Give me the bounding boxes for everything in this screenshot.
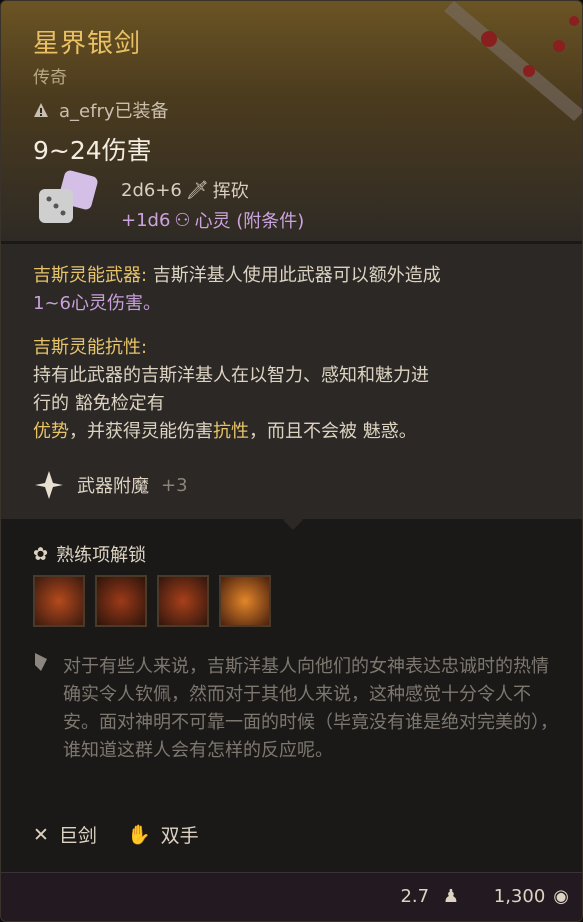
item-rarity: 传奇 — [33, 68, 67, 88]
psionic-resistance-line3d: ，而且不会被 魅惑。 — [249, 421, 417, 442]
weight-icon: ♟ — [442, 886, 459, 907]
enchant-icon — [35, 471, 63, 499]
item-tooltip: 星界银剑 传奇 a_efry已装备 9~24伤害 2d6+6 🗡 挥砍 +1d6… — [0, 0, 583, 922]
tooltip-footer: 2.7 ♟ 1,300 ◉ — [1, 872, 582, 921]
gold-icon: ◉ — [553, 886, 569, 907]
psychic-damage: +1d6 ⚇ 心灵 (附条件) — [121, 207, 304, 233]
item-price: 1,300 ◉ — [494, 886, 569, 907]
weapon-tags: ✕ 巨剑 ✋ 双手 — [33, 821, 199, 848]
skill-icon-4[interactable] — [219, 575, 271, 627]
enchant-value: +3 — [161, 474, 188, 496]
sword-art-icon — [444, 1, 582, 121]
slashing-dice: 2d6+6 — [121, 179, 182, 201]
skill-icon-3[interactable] — [157, 575, 209, 627]
handedness: 双手 — [160, 825, 199, 847]
skill-icon-1[interactable] — [33, 575, 85, 627]
lore-text: 对于有些人来说，吉斯洋基人向他们的女神表达忠诚时的热情确实令人钦佩，然而对于其他… — [63, 656, 558, 761]
damage-range: 9~24伤害 — [33, 136, 152, 165]
weapon-type: 巨剑 — [58, 825, 97, 847]
psionic-resistance-line1: 持有此武器的吉斯洋基人在以智力、感知和魅力进 — [33, 365, 429, 386]
psionic-weapon-line2[interactable]: 1~6心灵伤害。 — [33, 293, 161, 314]
psychic-type: 心灵 (附条件) — [194, 211, 305, 232]
equipped-text: a_efry已装备 — [59, 101, 169, 122]
crossed-swords-icon: ✕ — [33, 823, 49, 846]
advantage-keyword[interactable]: 优势 — [33, 421, 69, 442]
handedness-tag[interactable]: ✋ 双手 — [127, 821, 199, 848]
proficiency-icon: ✿ — [33, 543, 49, 565]
equipped-status: a_efry已装备 — [33, 97, 169, 123]
enchant-label: 武器附魔 — [77, 476, 149, 497]
price-value: 1,300 — [493, 886, 546, 907]
psionic-weapon-text: 吉斯洋基人使用此武器可以额外造成 — [147, 265, 441, 286]
weapon-enchantment: 武器附魔 +3 — [33, 469, 188, 501]
proficiency-label: 熟练项解锁 — [56, 545, 147, 566]
psychic-dice: +1d6 — [121, 209, 171, 231]
psionic-weapon-label[interactable]: 吉斯灵能武器: — [33, 265, 147, 286]
slashing-damage: 2d6+6 🗡 挥砍 — [121, 177, 249, 203]
tooltip-header: 星界银剑 传奇 a_efry已装备 9~24伤害 2d6+6 🗡 挥砍 +1d6… — [1, 1, 582, 241]
warning-icon — [34, 103, 48, 117]
hand-icon: ✋ — [126, 824, 151, 846]
slashing-type: 挥砍 — [212, 181, 249, 202]
item-weight: 2.7 ♟ — [400, 886, 459, 907]
weapon-type-tag[interactable]: ✕ 巨剑 — [33, 821, 97, 848]
psionic-resistance-paragraph: 吉斯灵能抗性: 持有此武器的吉斯洋基人在以智力、感知和魅力进 行的 豁免检定有 … — [33, 334, 429, 446]
weight-value: 2.7 — [400, 886, 430, 907]
dice-icon — [39, 170, 98, 223]
resistance-keyword[interactable]: 抗性 — [213, 421, 249, 442]
skill-icon-2[interactable] — [95, 575, 147, 627]
skill-list — [33, 575, 271, 627]
psionic-resistance-line3b: ，并获得灵能伤害 — [69, 421, 213, 442]
item-name: 星界银剑 — [33, 29, 142, 59]
lore-icon — [35, 653, 47, 671]
psionic-resistance-label[interactable]: 吉斯灵能抗性: — [33, 337, 147, 358]
sword-icon: 🗡 — [185, 179, 209, 201]
proficiency-unlock: ✿ 熟练项解锁 — [33, 541, 146, 567]
psionic-resistance-line2: 行的 豁免检定有 — [33, 393, 165, 414]
psychic-icon: ⚇ — [174, 209, 191, 231]
psionic-weapon-paragraph: 吉斯灵能武器: 吉斯洋基人使用此武器可以额外造成 1~6心灵伤害。 — [33, 262, 441, 318]
